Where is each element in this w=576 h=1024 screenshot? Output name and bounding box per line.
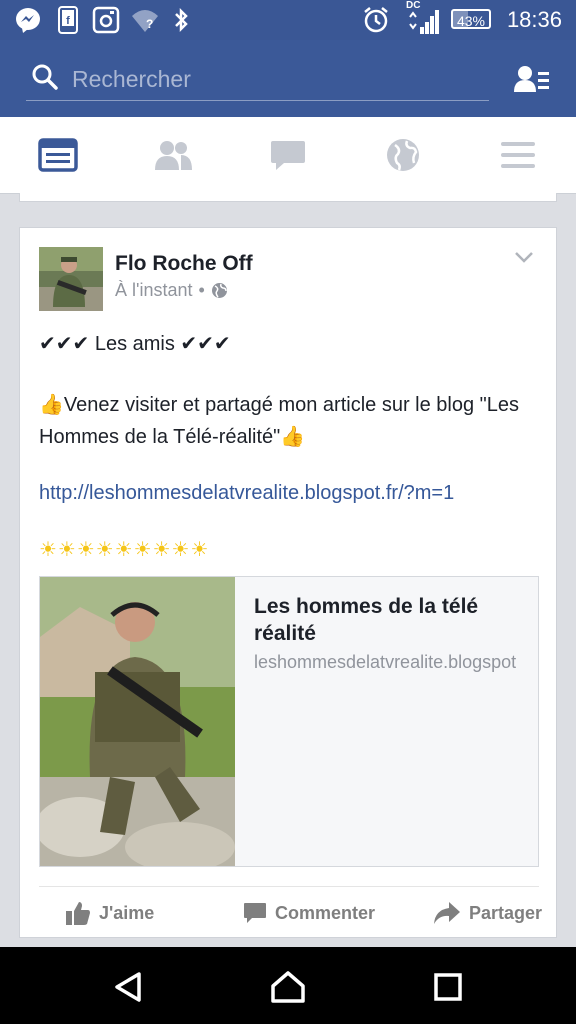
bluetooth-icon — [172, 6, 190, 34]
svg-text:?: ? — [146, 17, 153, 31]
friend-requests-icon[interactable] — [514, 64, 550, 99]
menu-icon — [501, 142, 535, 168]
post-sun-emojis: ☀☀☀☀☀☀☀☀☀ — [39, 539, 210, 561]
comment-label: Commenter — [275, 902, 376, 923]
like-button[interactable]: J'aime — [65, 887, 154, 939]
post-text-invitation: 👍Venez visiter et partagé mon article su… — [39, 394, 520, 448]
tab-menu[interactable] — [493, 133, 543, 177]
share-label: Partager — [469, 902, 543, 923]
friends-icon — [155, 141, 192, 170]
post-card: Flo Roche Off À l'instant • ✔✔✔ Les amis… — [19, 227, 557, 938]
tab-friends[interactable] — [148, 133, 198, 177]
search-input[interactable] — [70, 62, 474, 96]
tab-messages[interactable] — [263, 133, 313, 177]
search-icon — [32, 64, 58, 95]
meta-separator: • — [198, 280, 205, 300]
facebook-app-icon: f — [58, 6, 78, 34]
link-preview-image — [40, 577, 235, 866]
battery-percentage: 43% — [456, 13, 486, 29]
battery-icon: 43% — [451, 9, 491, 29]
home-button[interactable] — [266, 965, 310, 1009]
public-globe-icon — [211, 283, 227, 298]
post-timestamp[interactable]: À l'instant — [115, 280, 192, 301]
recents-button[interactable] — [426, 965, 470, 1009]
system-navigation-bar — [0, 947, 576, 1024]
post-author-name[interactable]: Flo Roche Off — [115, 252, 253, 276]
messages-icon — [271, 141, 305, 170]
tab-news-feed[interactable] — [33, 133, 83, 177]
tab-notifications[interactable] — [378, 133, 428, 177]
post-options-chevron-icon[interactable] — [514, 250, 534, 264]
link-preview-card[interactable]: Les hommes de la télé réalité leshommesd… — [39, 576, 539, 867]
alarm-icon — [362, 6, 390, 34]
comment-icon — [244, 903, 266, 923]
previous-post-card — [19, 193, 557, 202]
notifications-globe-icon — [387, 139, 419, 171]
comment-button[interactable]: Commenter — [243, 887, 375, 939]
signal-icon — [406, 8, 440, 36]
home-icon — [271, 971, 305, 1003]
instagram-icon — [92, 6, 120, 34]
search-field[interactable] — [26, 58, 489, 101]
tab-bar — [0, 117, 576, 194]
post-actions-bar: J'aime Commenter Partager — [39, 886, 542, 939]
share-arrow-icon — [434, 902, 460, 924]
share-button[interactable]: Partager — [433, 887, 542, 939]
status-bar: f ? DC 43% 18:36 — [0, 0, 576, 40]
post-meta: À l'instant • — [115, 280, 228, 301]
post-text-greeting: ✔✔✔ Les amis ✔✔✔ — [39, 333, 231, 355]
link-preview-title: Les hommes de la télé réalité — [254, 595, 479, 645]
back-button[interactable] — [106, 965, 150, 1009]
svg-text:f: f — [66, 15, 70, 27]
back-triangle-icon — [115, 972, 141, 1002]
recent-apps-icon — [434, 973, 462, 1001]
avatar[interactable] — [39, 247, 103, 311]
like-label: J'aime — [99, 902, 155, 923]
thumbs-up-icon — [66, 902, 90, 925]
search-header — [0, 40, 576, 117]
clock-time: 18:36 — [506, 7, 562, 32]
news-feed-icon — [38, 138, 78, 172]
link-preview-domain: leshommesdelatvrealite.blogspot — [254, 652, 517, 672]
messenger-icon — [14, 6, 42, 34]
post-link[interactable]: http://leshommesdelatvrealite.blogspot.f… — [39, 477, 539, 509]
wifi-icon: ? — [130, 6, 160, 34]
